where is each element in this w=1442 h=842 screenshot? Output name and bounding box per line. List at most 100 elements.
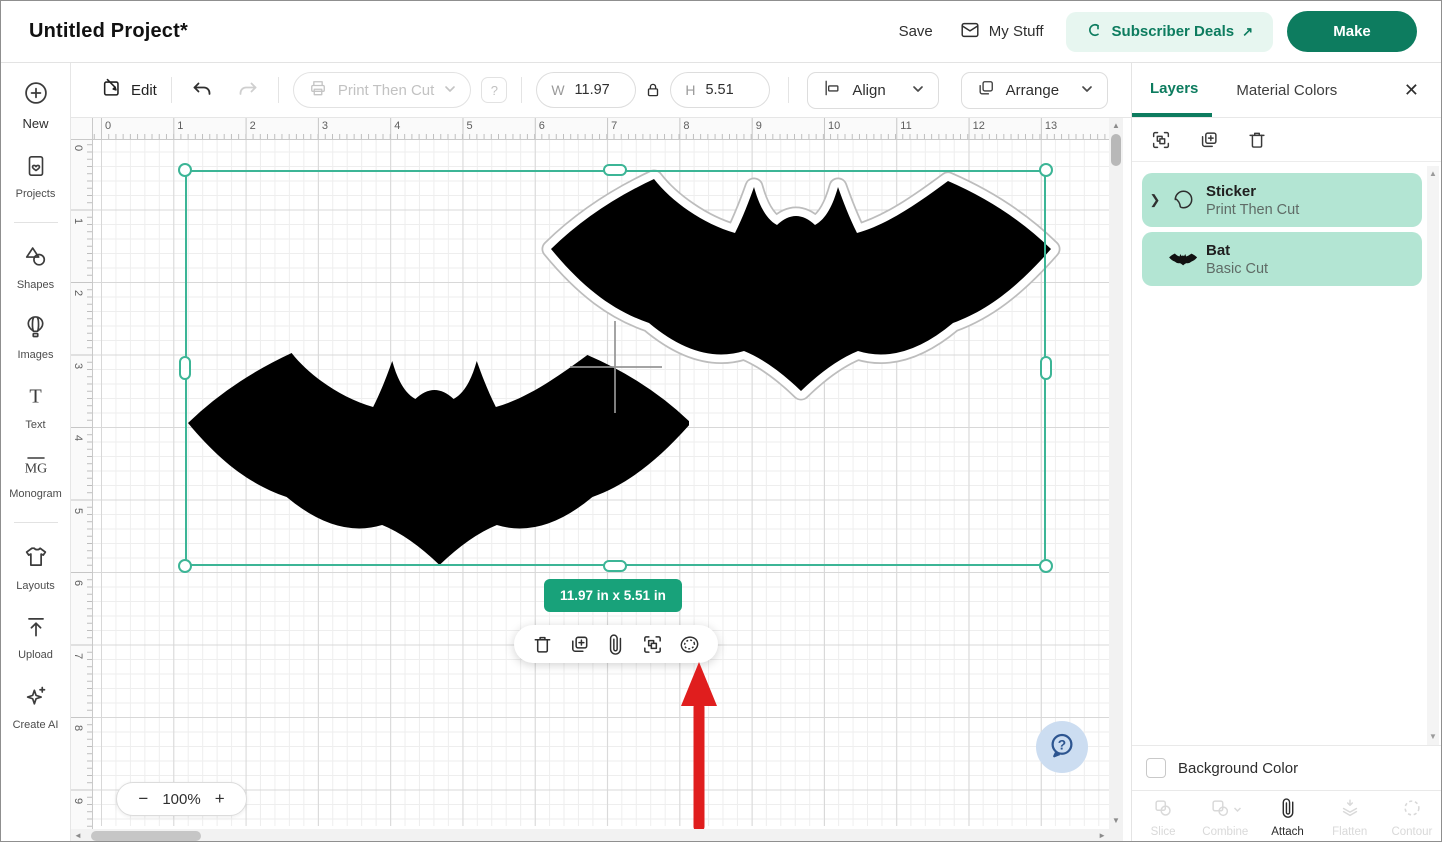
help-bubble-icon: ? [1047,730,1077,765]
monogram-icon: MG [21,453,51,484]
slice-icon [1152,797,1174,824]
ruler-number: 4 [72,435,84,441]
selection-handle-left-middle[interactable] [179,356,191,380]
help-button[interactable]: ? [1036,721,1088,773]
flatten-icon [1339,797,1361,824]
canvas-vertical-scrollbar[interactable]: ▲ ▼ [1109,118,1123,842]
attach-button[interactable]: Attach [1256,791,1318,842]
align-dropdown[interactable]: Align [807,72,938,109]
app-header: Untitled Project* Save My Stuff Subscrib… [1,1,1442,63]
height-input[interactable]: H 5.51 [670,72,770,108]
ruler-number: 3 [322,120,328,132]
selection-handle-bottom-right[interactable] [1039,559,1053,573]
selection-handle-bottom-left[interactable] [178,559,192,573]
tab-material-colors[interactable]: Material Colors [1226,63,1347,117]
background-color-checkbox[interactable] [1146,758,1166,778]
envelope-icon [959,19,981,45]
edit-toolbar: Edit Print Then Cut ? W 11.97 H 5.51 Ali [71,63,1131,118]
selection-handle-bottom-middle[interactable] [603,560,627,572]
layer-name: Sticker [1206,182,1299,201]
selection-handle-top-left[interactable] [178,163,192,177]
undo-button[interactable] [186,74,218,106]
svg-text:T: T [29,386,42,408]
chevron-down-icon [912,82,924,99]
scrollbar-thumb[interactable] [91,831,201,841]
duplicate-icon[interactable] [1198,129,1220,151]
edit-button[interactable]: Edit [101,77,157,103]
external-link-icon: ↗ [1242,24,1253,40]
layers-panel: Layers Material Colors ✕ ❯ Sticker [1131,63,1442,842]
edit-pen-icon [101,77,123,103]
save-button[interactable]: Save [899,23,933,40]
printer-icon [308,78,328,102]
duplicate-button[interactable] [568,633,591,656]
scrollbar-thumb[interactable] [1111,134,1121,166]
left-sidebar: New Projects Shapes Images T Text MG Mon… [1,63,71,842]
attach-button[interactable] [604,633,627,656]
width-input[interactable]: W 11.97 [536,72,636,108]
layer-row-bat[interactable]: Bat Basic Cut [1142,232,1422,286]
zoom-control: − 100% + [116,782,247,816]
design-canvas[interactable]: 012345678910111213 0123456789 11.97 in x… [71,118,1123,842]
flatten-button[interactable]: Flatten [1319,791,1381,842]
operation-type-dropdown[interactable]: Print Then Cut [293,72,471,108]
close-panel-icon[interactable]: ✕ [1398,79,1425,102]
layers-scrollbar[interactable]: ▲ ▼ [1427,166,1439,745]
zoom-out-button[interactable]: − [138,789,148,809]
arrange-dropdown[interactable]: Arrange [961,72,1108,109]
sidebar-item-shapes[interactable]: Shapes [1,243,70,291]
selection-handle-top-right[interactable] [1039,163,1053,177]
ruler-number: 8 [72,725,84,731]
ruler-number: 5 [467,120,473,132]
sidebar-item-upload[interactable]: Upload [1,614,70,661]
selection-handle-right-middle[interactable] [1040,356,1052,380]
ruler-number: 12 [973,120,985,132]
create-ai-icon [22,683,49,715]
sidebar-divider [14,222,58,223]
ruler-number: 9 [72,797,84,803]
selection-handle-top-middle[interactable] [603,164,627,176]
make-button[interactable]: Make [1287,11,1417,52]
redo-button[interactable] [232,74,264,106]
tab-layers[interactable]: Layers [1132,63,1212,117]
zoom-in-button[interactable]: + [215,789,225,809]
layer-row-sticker[interactable]: ❯ Sticker Print Then Cut [1142,173,1422,227]
ruler-horizontal: 012345678910111213 [93,118,1109,140]
layer-operation: Print Then Cut [1206,201,1299,219]
text-icon: T [22,383,49,415]
sticker-icon [1168,187,1198,213]
ruler-number: 1 [177,120,183,132]
contour-button[interactable]: Contour [1381,791,1442,842]
sidebar-item-monogram[interactable]: MG Monogram [1,453,70,500]
subscriber-deals-button[interactable]: Subscriber Deals ↗ [1066,12,1273,52]
layer-actions-bar: Slice Combine Attach Flatten Contour [1132,790,1442,842]
select-all-icon[interactable] [1150,129,1172,151]
select-all-button[interactable] [641,633,664,656]
sidebar-item-text[interactable]: T Text [1,383,70,431]
operation-help-button[interactable]: ? [481,77,507,103]
slice-button[interactable]: Slice [1132,791,1194,842]
expand-chevron-icon[interactable]: ❯ [1142,192,1168,208]
layer-name: Bat [1206,241,1268,260]
sidebar-item-new[interactable]: New [1,79,70,131]
cricut-design-space-window: Untitled Project* Save My Stuff Subscrib… [0,0,1442,842]
ruler-number: 6 [539,120,545,132]
offset-sticker-button[interactable] [678,633,701,656]
canvas-horizontal-scrollbar[interactable]: ◄ ► [71,829,1109,842]
sidebar-item-create-ai[interactable]: Create AI [1,683,70,731]
sidebar-item-projects[interactable]: Projects [1,153,70,200]
combine-button[interactable]: Combine [1194,791,1256,842]
sidebar-item-images[interactable]: Images [1,313,70,361]
sidebar-item-layouts[interactable]: Layouts [1,543,70,592]
ruler-number: 10 [828,120,840,132]
ruler-number: 6 [72,580,84,586]
my-stuff-button[interactable]: My Stuff [959,19,1044,45]
images-icon [22,313,49,345]
lock-aspect-icon[interactable] [644,80,662,100]
arrange-icon [976,78,996,102]
layers-toolbar [1132,118,1442,162]
layer-operation: Basic Cut [1206,260,1268,278]
chevron-down-icon [444,82,456,99]
delete-icon[interactable] [1246,129,1268,151]
delete-button[interactable] [531,633,554,656]
